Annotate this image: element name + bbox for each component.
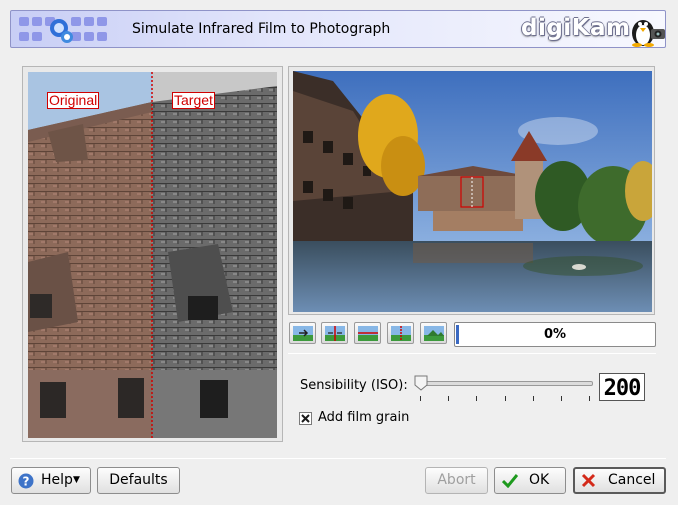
sensibility-slider[interactable]	[420, 381, 593, 386]
preview-original-icon	[293, 326, 313, 341]
abort-button[interactable]: Abort	[425, 467, 488, 494]
film-grain-label[interactable]: Add film grain	[318, 410, 409, 425]
preview-split-horizontal-button[interactable]	[354, 322, 381, 344]
slider-tick	[589, 396, 590, 401]
preview-target-icon	[424, 326, 444, 341]
slider-tick	[533, 396, 534, 401]
ok-label: OK	[529, 472, 550, 488]
target-label: Target	[172, 92, 215, 109]
image-navigator-panel	[288, 66, 655, 315]
dialog-header: Simulate Infrared Film to Photograph dig…	[10, 10, 666, 48]
slider-tick	[448, 396, 449, 401]
digikam-logo: digiKam	[521, 15, 631, 41]
slider-handle[interactable]	[414, 375, 428, 391]
original-target-preview[interactable]	[28, 72, 277, 438]
penguin-mascot-icon	[632, 20, 665, 47]
svg-text:?: ?	[23, 475, 30, 489]
split-vertical-icon	[325, 326, 345, 341]
cancel-button[interactable]: Cancel	[573, 467, 666, 494]
sensibility-label: Sensibility (ISO):	[300, 378, 408, 393]
plugin-logo-icon	[19, 17, 107, 43]
cancel-label: Cancel	[608, 472, 656, 488]
original-label: Original	[47, 92, 100, 109]
cancel-x-icon	[581, 473, 596, 488]
split-horizontal-icon	[358, 326, 378, 341]
lcd-digits: 200	[604, 376, 642, 398]
settings-separator	[288, 353, 656, 354]
film-grain-checkbox[interactable]	[299, 412, 312, 425]
progress-bar: 0%	[454, 322, 656, 347]
split-preview-panel: Original Target	[22, 66, 283, 442]
slider-tick	[505, 396, 506, 401]
button-bar-separator	[10, 458, 666, 459]
help-icon: ?	[18, 473, 34, 489]
navigator-thumbnail[interactable]	[293, 71, 652, 312]
slider-tick	[561, 396, 562, 401]
preview-both-vertical-button[interactable]	[321, 322, 348, 344]
progress-text: 0%	[543, 327, 567, 342]
help-button[interactable]: ? Help ▼	[11, 467, 91, 494]
dropdown-arrow-icon: ▼	[73, 475, 80, 485]
slider-tick	[476, 396, 477, 401]
svg-text:200: 200	[604, 376, 641, 398]
checkmark-icon	[301, 414, 310, 423]
help-label: Help	[41, 472, 73, 488]
defaults-button[interactable]: Defaults	[97, 467, 180, 494]
slider-tick	[420, 396, 421, 401]
sensibility-lcd-display: 200	[599, 373, 645, 401]
preview-split-vertical-button[interactable]	[387, 322, 414, 344]
preview-target-button[interactable]	[420, 322, 447, 344]
dialog-title: Simulate Infrared Film to Photograph	[132, 21, 391, 37]
ok-button[interactable]: OK	[494, 467, 566, 494]
ok-check-icon	[502, 474, 518, 488]
preview-original-button[interactable]	[289, 322, 316, 344]
split-duplicate-icon	[391, 326, 411, 341]
